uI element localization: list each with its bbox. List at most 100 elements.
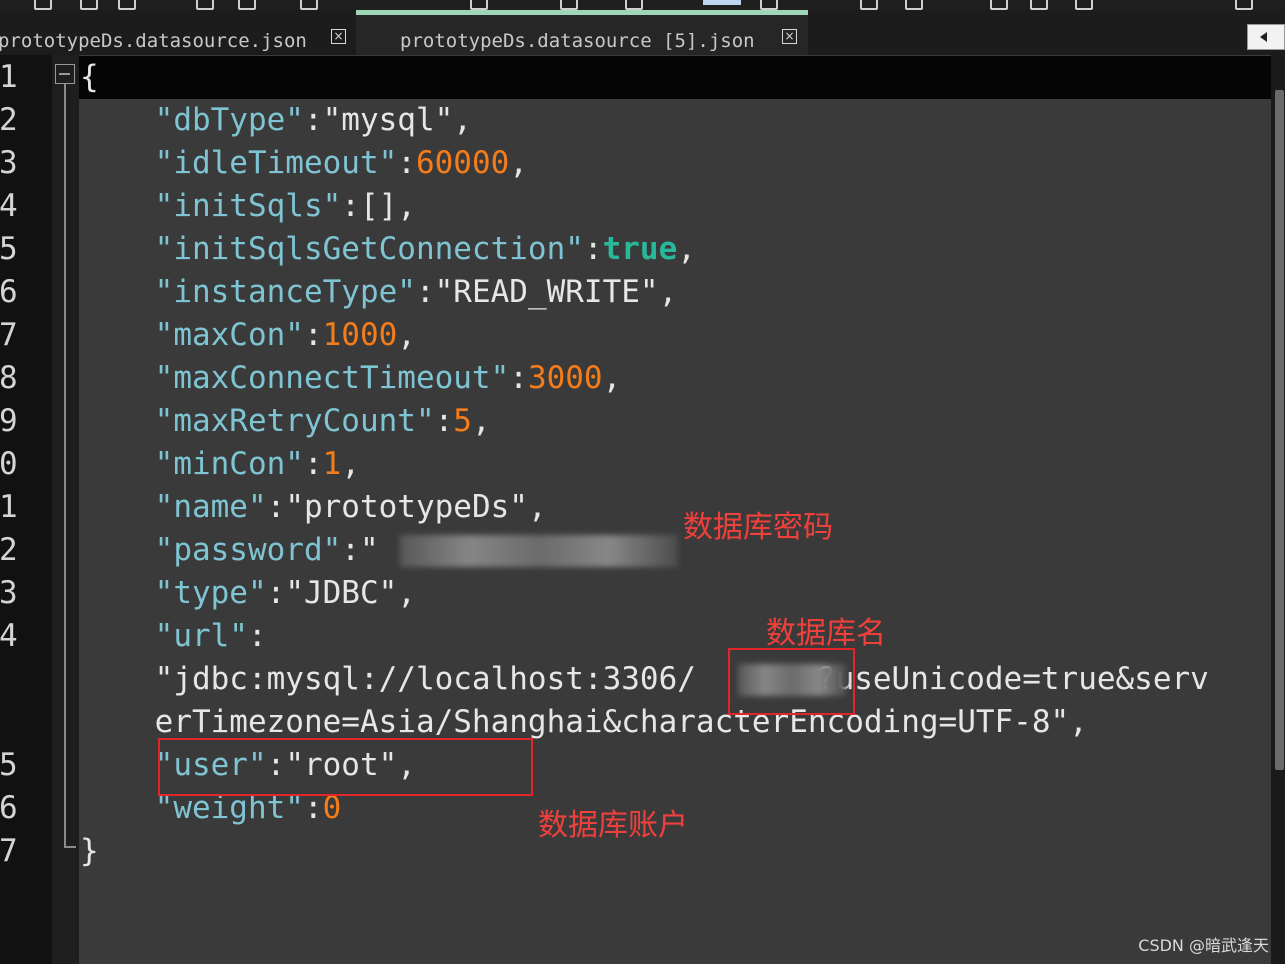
redacted-password <box>400 535 678 567</box>
code-line: "dbType":"mysql", <box>154 102 472 138</box>
json-key: "type" <box>154 575 267 611</box>
json-key: "initSqlsGetConnection" <box>154 231 584 267</box>
json-value: 5 <box>453 403 472 439</box>
line-number: 7 <box>0 317 18 353</box>
json-key: "dbType" <box>154 102 304 138</box>
tab-label: prototypeDs.datasource.json <box>0 30 307 52</box>
json-value: 1000 <box>322 317 398 353</box>
code-line: "name":"prototypeDs", <box>154 489 547 525</box>
toolbar-icon[interactable] <box>760 0 778 10</box>
line-number: 5 <box>0 231 18 267</box>
toolbar-icon[interactable] <box>990 0 1008 10</box>
highlight-box-user <box>158 738 533 796</box>
line-number: 9 <box>0 403 18 439</box>
code-line: "initSqlsGetConnection":true, <box>154 231 696 267</box>
line-number: 4 <box>0 618 18 654</box>
json-value: "jdbc:mysql://localhost:3306/ <box>154 661 696 697</box>
line-number: 2 <box>0 102 18 138</box>
json-key: "maxConnectTimeout" <box>154 360 510 396</box>
line-number: 6 <box>0 274 18 310</box>
line-number: 1 <box>0 489 18 525</box>
close-brace: } <box>80 833 99 869</box>
code-line: "minCon":1, <box>154 446 360 482</box>
code-line: { <box>80 56 99 99</box>
toolbar-icon[interactable] <box>196 0 214 10</box>
close-icon[interactable]: × <box>782 29 797 44</box>
highlight-box-database-name <box>728 648 855 715</box>
toolbar-icon[interactable] <box>905 0 923 10</box>
line-number: 6 <box>0 790 18 826</box>
toolbar-icon[interactable] <box>625 0 643 10</box>
json-key: "idleTimeout" <box>154 145 398 181</box>
toolbar-icon[interactable] <box>80 0 98 10</box>
json-value: "READ_WRITE" <box>434 274 659 310</box>
tab-label: prototypeDs.datasource [5].json <box>400 30 755 52</box>
json-key: "instanceType" <box>154 274 416 310</box>
code-line: "maxConnectTimeout":3000, <box>154 360 622 396</box>
line-number: 4 <box>0 188 18 224</box>
annotation-database-name: 数据库名 <box>766 616 886 651</box>
tab-bar: prototypeDs.datasource.json × prototypeD… <box>0 10 1285 55</box>
line-number: 2 <box>0 532 18 568</box>
toolbar-icon[interactable] <box>238 0 256 10</box>
toolbar-active-highlight <box>703 0 741 5</box>
close-icon[interactable]: × <box>331 29 346 44</box>
code-line: "maxRetryCount":5, <box>154 403 491 439</box>
toolbar-icon[interactable] <box>34 0 52 10</box>
toolbar-icon[interactable] <box>470 0 488 10</box>
json-value: 60000 <box>415 145 510 181</box>
line-number: 7 <box>0 833 18 869</box>
toolbar-icon[interactable] <box>860 0 878 10</box>
line-number: 1 <box>0 59 18 95</box>
open-brace: { <box>80 59 99 95</box>
json-key: "url" <box>154 618 248 654</box>
watermark: CSDN @暗武逢天 <box>1138 936 1269 955</box>
code-line: } <box>80 830 99 873</box>
json-value: 1 <box>322 446 342 482</box>
json-key: "password" <box>154 532 342 568</box>
code-line: "idleTimeout":60000, <box>154 145 528 181</box>
json-value: 3000 <box>527 360 603 396</box>
toolbar-icon[interactable] <box>118 0 136 10</box>
annotation-password: 数据库密码 <box>683 510 833 545</box>
line-number: 3 <box>0 145 18 181</box>
code-line: "type":"JDBC", <box>154 575 416 611</box>
json-key: "initSqls" <box>154 188 342 224</box>
code-line-wrapped: "jdbc:mysql://localhost:3306/ ?useUnicode… <box>80 658 1209 701</box>
toolbar-icon[interactable] <box>1235 0 1253 10</box>
toolbar-icon[interactable] <box>1030 0 1048 10</box>
fold-margin <box>52 55 79 964</box>
fold-guide <box>64 84 66 848</box>
json-value: "prototypeDs" <box>285 489 528 525</box>
code-line: "url": <box>154 618 267 654</box>
current-line-highlight <box>79 56 1271 99</box>
json-value: " <box>359 532 379 568</box>
toolbar <box>0 0 1285 10</box>
code-line: "instanceType":"READ_WRITE", <box>154 274 678 310</box>
json-key: "maxCon" <box>154 317 304 353</box>
line-number: 5 <box>0 747 18 783</box>
json-key: "name" <box>154 489 267 525</box>
json-value: ?useUnicode=true&serv <box>816 661 1209 697</box>
fold-toggle-icon[interactable] <box>55 64 75 84</box>
tab-datasource-5-json[interactable]: prototypeDs.datasource [5].json × <box>356 10 808 55</box>
code-line: "password":" <box>154 532 379 568</box>
fold-guide-end <box>64 846 76 848</box>
toolbar-icon[interactable] <box>560 0 578 10</box>
tab-scroll-left-button[interactable] <box>1247 24 1285 50</box>
tab-datasource-json[interactable]: prototypeDs.datasource.json × <box>0 10 356 55</box>
json-value: "mysql" <box>322 102 454 138</box>
code-line: "maxCon":1000, <box>154 317 416 353</box>
json-value: [] <box>359 188 398 224</box>
scrollbar-thumb[interactable] <box>1275 90 1284 770</box>
toolbar-icon[interactable] <box>300 0 318 10</box>
line-number: 3 <box>0 575 18 611</box>
json-value: "JDBC" <box>285 575 398 611</box>
toolbar-icon[interactable] <box>1075 0 1093 10</box>
json-value: true <box>602 231 678 267</box>
json-key: "maxRetryCount" <box>154 403 435 439</box>
json-key: "minCon" <box>154 446 304 482</box>
annotation-user: 数据库账户 <box>538 808 688 843</box>
code-line: "initSqls":[], <box>154 188 416 224</box>
json-value: erTimezone=Asia/Shanghai&characterEncodi… <box>154 704 1070 740</box>
